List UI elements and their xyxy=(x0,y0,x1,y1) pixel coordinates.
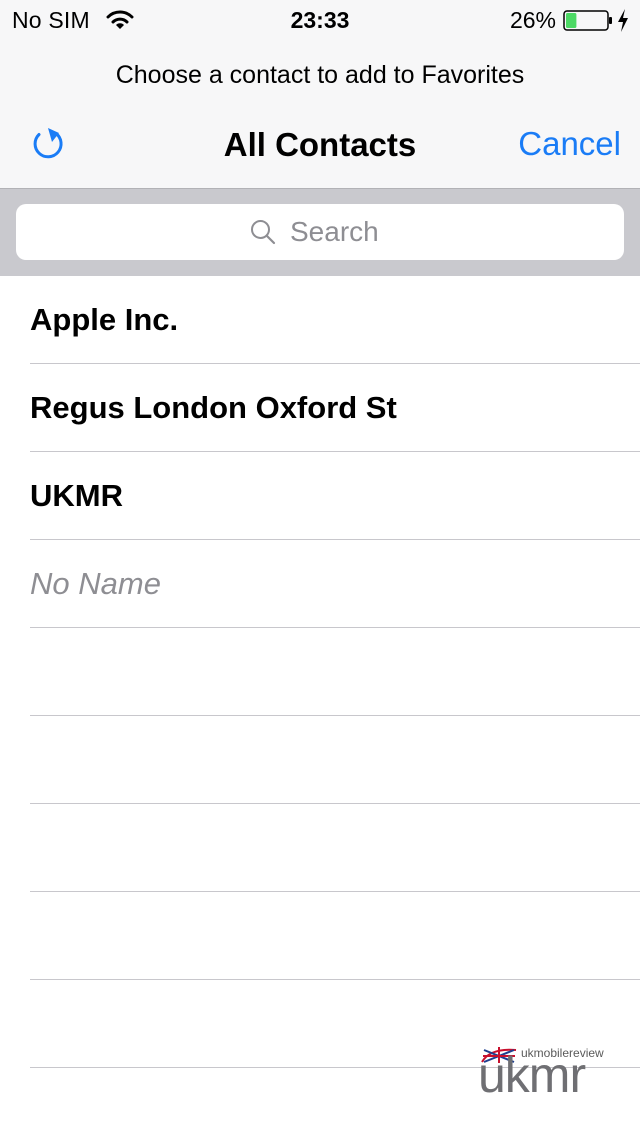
contact-name: UKMR xyxy=(30,478,123,513)
empty-row xyxy=(0,716,640,804)
contact-row[interactable]: No Name xyxy=(0,540,640,628)
contact-row[interactable]: Apple Inc. xyxy=(0,276,640,364)
watermark-logo-text: ukmr xyxy=(478,1047,586,1103)
contact-row[interactable]: UKMR xyxy=(0,452,640,540)
contact-name: No Name xyxy=(30,566,161,601)
battery-percent-label: 26% xyxy=(509,7,556,33)
contact-list: Apple Inc. Regus London Oxford St UKMR N… xyxy=(0,276,640,1068)
charging-icon xyxy=(618,9,628,32)
battery-fill xyxy=(566,13,577,28)
cancel-button[interactable]: Cancel xyxy=(518,125,621,163)
contact-name: Regus London Oxford St xyxy=(30,390,397,425)
favorites-prompt: Choose a contact to add to Favorites xyxy=(115,61,525,89)
empty-row xyxy=(0,628,640,716)
battery-icon xyxy=(563,10,612,31)
search-bar xyxy=(0,189,640,276)
contact-name: Apple Inc. xyxy=(30,302,179,337)
search-input[interactable] xyxy=(290,216,390,248)
empty-row xyxy=(0,804,640,892)
ukmr-watermark: ukmobilereview ukmr xyxy=(478,1040,618,1103)
top-chrome: No SIM 23:33 26% Choose a contact to add… xyxy=(0,0,640,189)
contact-row[interactable]: Regus London Oxford St xyxy=(0,364,640,452)
empty-row xyxy=(0,892,640,980)
search-icon xyxy=(251,220,276,245)
status-bar: No SIM 23:33 26% xyxy=(0,0,640,40)
search-field[interactable] xyxy=(16,204,624,260)
navigation-bar: All Contacts Cancel xyxy=(0,110,640,180)
